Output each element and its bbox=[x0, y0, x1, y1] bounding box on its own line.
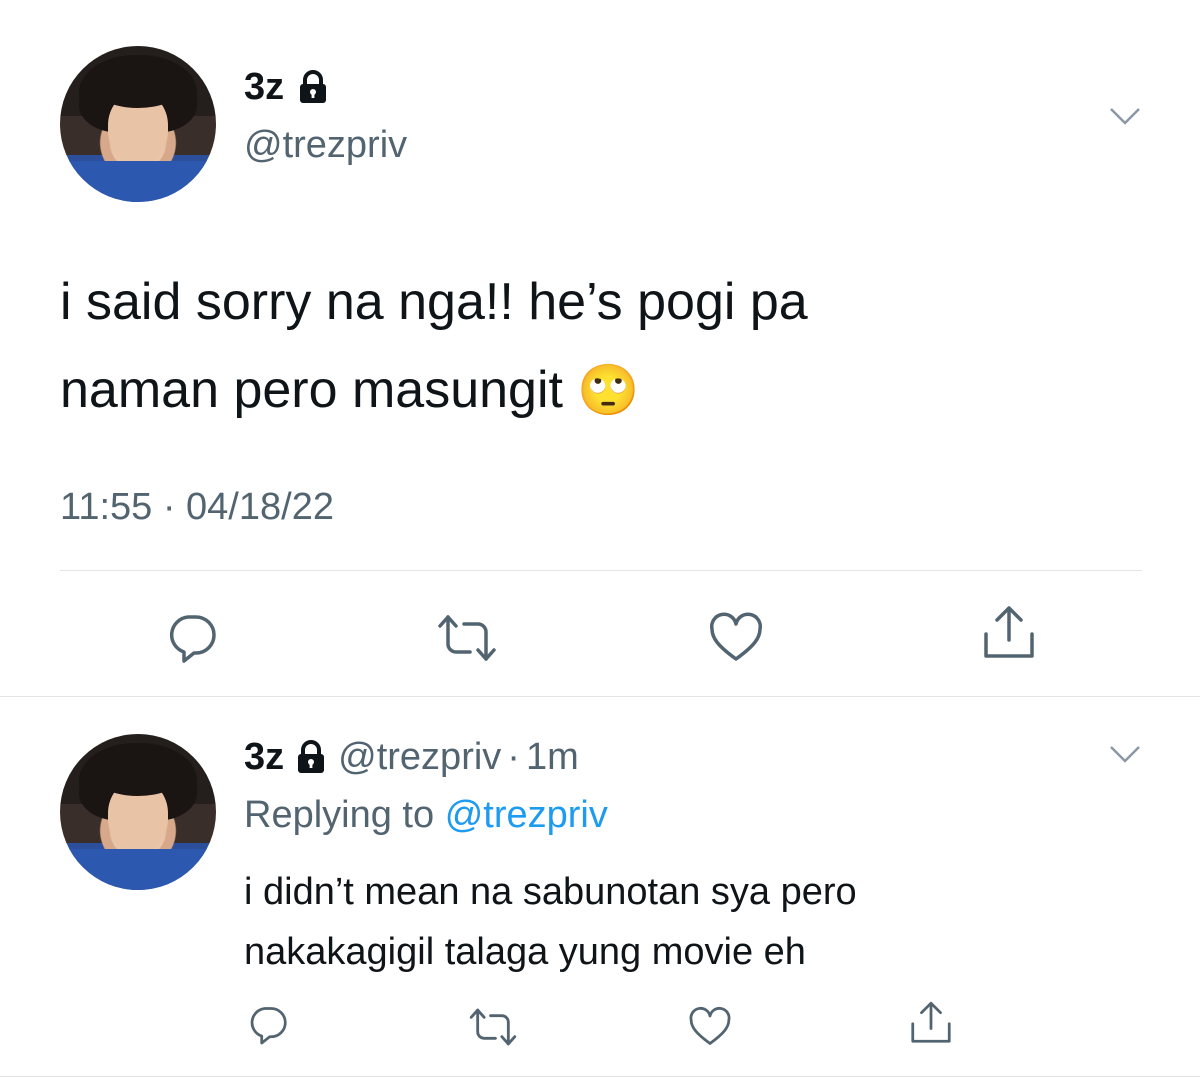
replying-to-label: Replying to bbox=[244, 794, 435, 836]
tweet-text-line: i said sorry na nga!! he’s pogi pa bbox=[60, 273, 808, 331]
reply-text-line: i didn’t mean na sabunotan sya pero bbox=[244, 871, 857, 913]
chevron-down-icon[interactable] bbox=[1108, 106, 1142, 126]
avatar[interactable] bbox=[60, 46, 216, 202]
reply-header-row: 3z @trezpriv · 1m bbox=[244, 734, 579, 780]
author-name-row: 3z bbox=[244, 64, 328, 110]
eye-roll-emoji: 🙄 bbox=[577, 362, 640, 418]
tweet-text: i said sorry na nga!! he’s pogi pa naman… bbox=[60, 258, 808, 434]
lock-icon bbox=[296, 740, 326, 774]
avatar-shirt bbox=[60, 161, 216, 202]
author-name[interactable]: 3z bbox=[244, 736, 284, 779]
replying-to-handle[interactable]: @trezpriv bbox=[445, 794, 608, 836]
like-icon[interactable] bbox=[708, 612, 764, 664]
reply-text-line: nakakagigil talaga yung movie eh bbox=[244, 931, 806, 973]
lock-icon bbox=[298, 70, 328, 104]
retweet-icon[interactable] bbox=[436, 612, 498, 664]
meta-separator: · bbox=[507, 735, 520, 778]
divider bbox=[0, 1076, 1200, 1077]
author-handle[interactable]: @trezpriv bbox=[338, 736, 501, 779]
divider bbox=[60, 570, 1142, 571]
author-handle[interactable]: @trezpriv bbox=[244, 124, 407, 167]
share-icon[interactable] bbox=[908, 1000, 954, 1046]
tweet-timestamp[interactable]: 11:55 · 04/18/22 bbox=[60, 486, 334, 529]
like-icon[interactable] bbox=[688, 1006, 732, 1048]
reply-icon[interactable] bbox=[246, 1004, 290, 1046]
reply-text: i didn’t mean na sabunotan sya pero naka… bbox=[244, 862, 857, 982]
avatar[interactable] bbox=[60, 734, 216, 890]
reply-time[interactable]: 1m bbox=[526, 736, 579, 779]
divider bbox=[0, 696, 1200, 697]
replying-to-row: Replying to @trezpriv bbox=[244, 794, 608, 837]
tweet-text-line: naman pero masungit 🙄 bbox=[60, 346, 808, 434]
share-icon[interactable] bbox=[980, 604, 1038, 662]
tweet-text-fragment: naman pero masungit bbox=[60, 361, 563, 419]
chevron-down-icon[interactable] bbox=[1108, 744, 1142, 764]
retweet-icon[interactable] bbox=[468, 1006, 518, 1048]
reply-icon[interactable] bbox=[164, 612, 220, 664]
avatar-shirt bbox=[60, 849, 216, 890]
author-name[interactable]: 3z bbox=[244, 66, 284, 109]
